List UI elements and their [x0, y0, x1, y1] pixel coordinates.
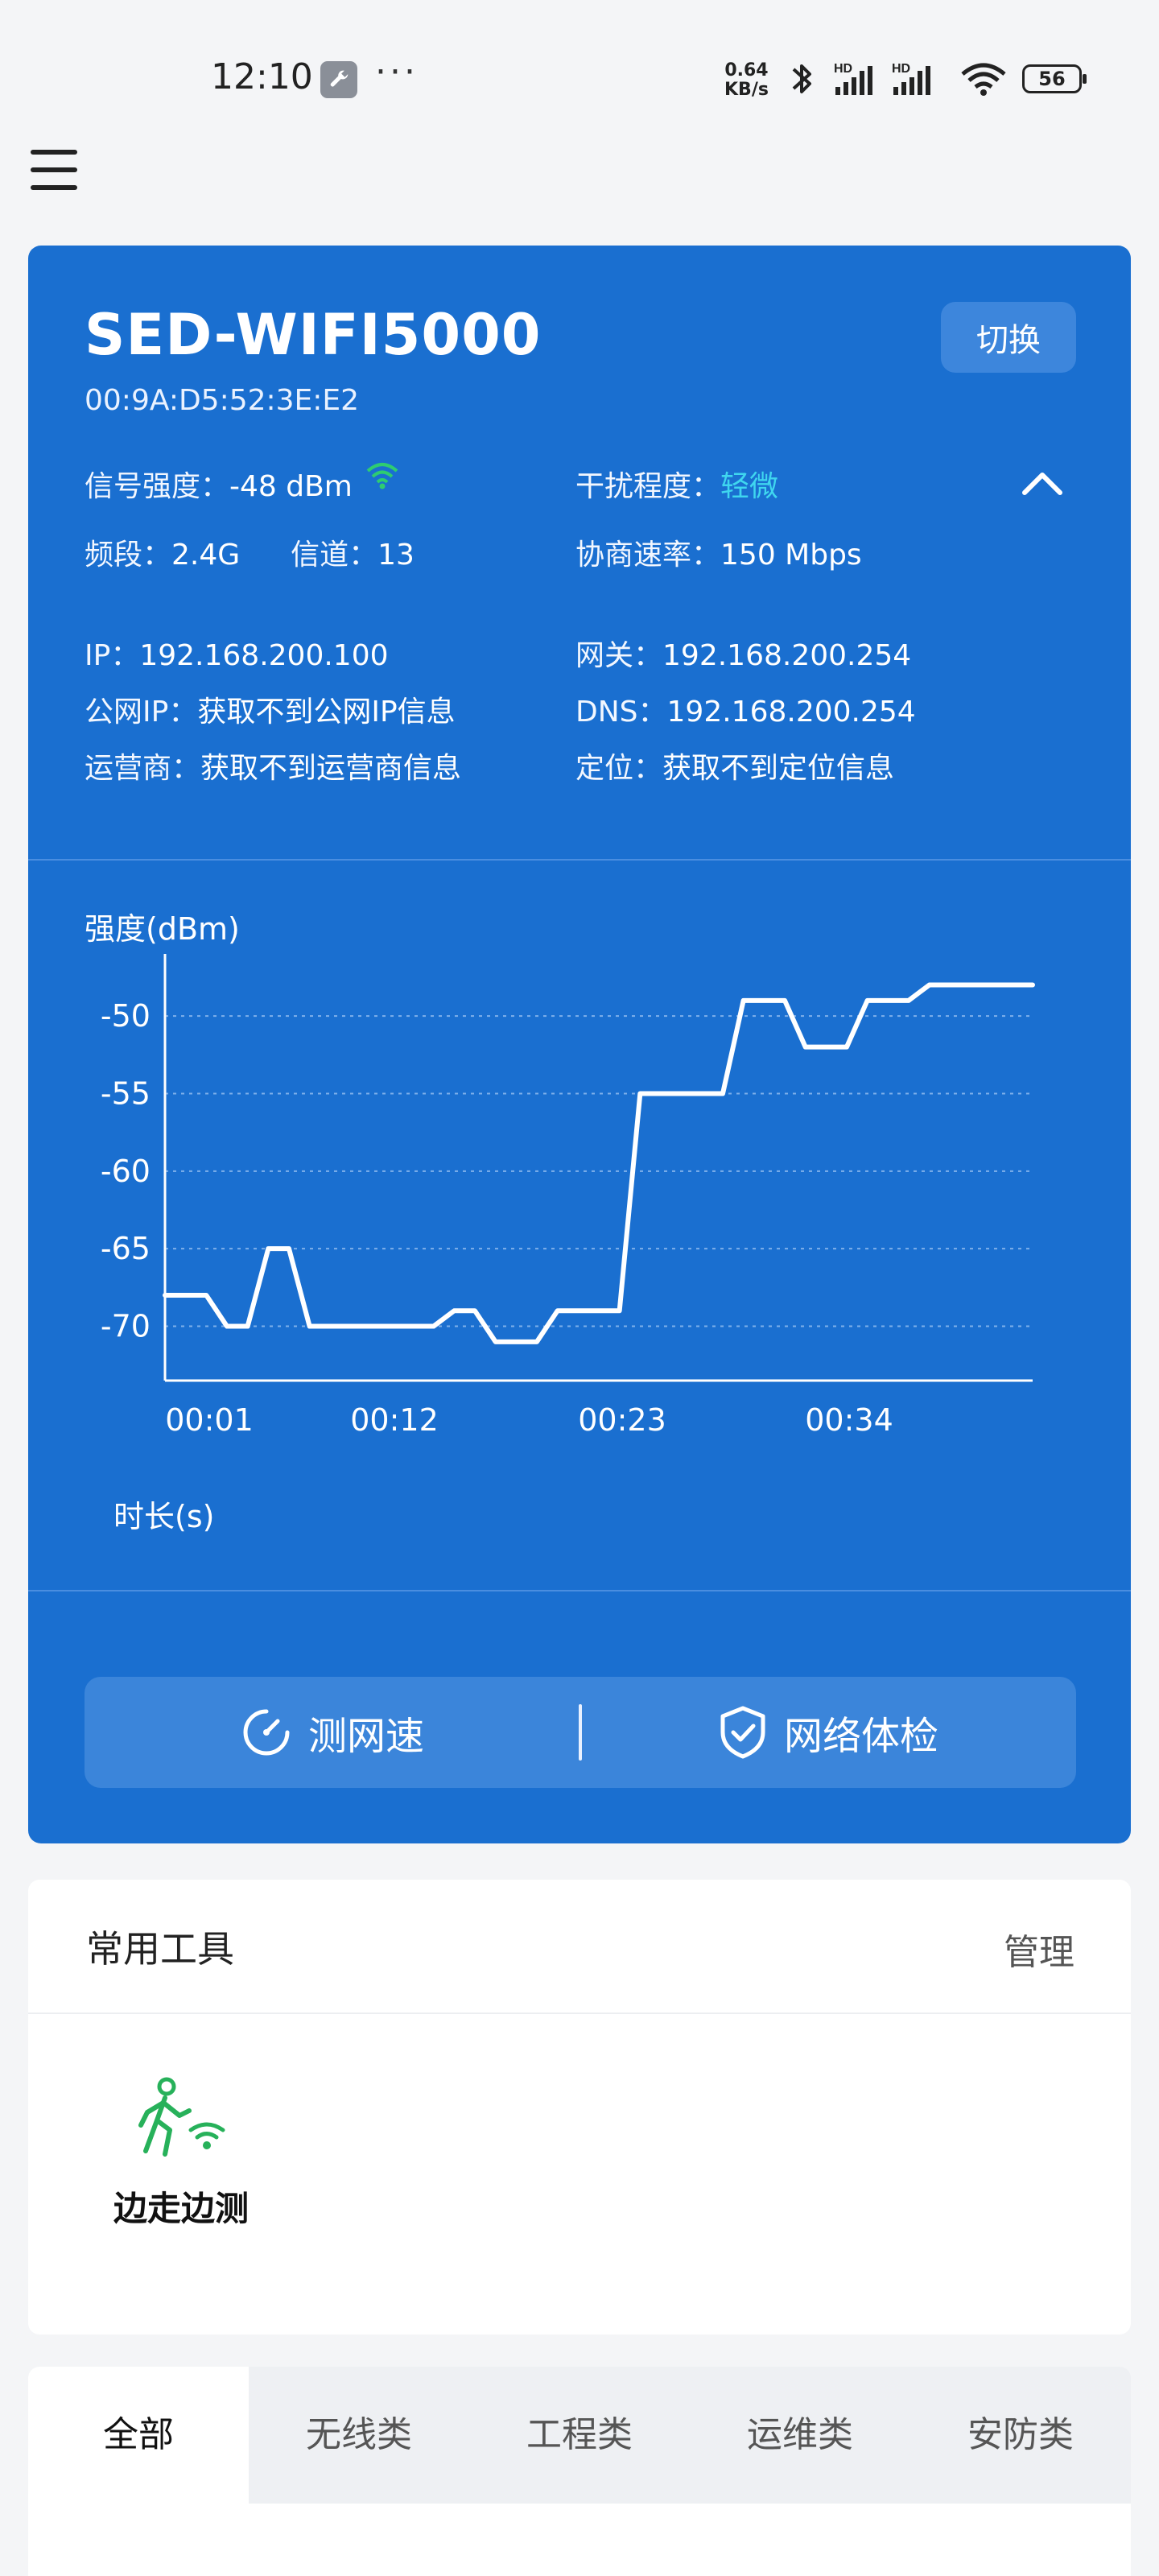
rate-label: 协商速率： [575, 539, 721, 572]
isp: 运营商：获取不到运营商信息 [85, 745, 461, 786]
health-check-button[interactable]: 网络体检 [580, 1677, 1076, 1788]
speed-test-label: 测网速 [307, 1714, 424, 1759]
svg-text:HD: HD [834, 62, 852, 76]
x-tick-label: 00:01 [165, 1402, 254, 1438]
dns: DNS：192.168.200.254 [575, 688, 916, 730]
dns-value: 192.168.200.254 [666, 696, 916, 729]
wifi-ssid: SED-WIFI5000 [85, 302, 542, 368]
y-tick-label: -50 [101, 998, 151, 1034]
channel-label: 信道： [291, 539, 378, 572]
ip-value: 192.168.200.100 [139, 639, 389, 672]
isp-label: 运营商： [85, 752, 201, 785]
signal-value: -48 dBm [229, 470, 353, 503]
ip-label: IP： [85, 639, 140, 672]
tab-wireless[interactable]: 无线类 [249, 2367, 469, 2504]
wifi-mac: 00:9A:D5:52:3E:E2 [85, 384, 360, 417]
more-dots-icon: ··· [375, 52, 419, 93]
ip-address: IP：192.168.200.100 [85, 632, 389, 674]
wifi-icon [961, 63, 1006, 96]
bluetooth-icon [792, 64, 811, 93]
hd-signal-icon: HD [834, 62, 872, 95]
speed-test-button[interactable]: 测网速 [85, 1677, 580, 1788]
signal-strength: 信号强度：-48 dBm [85, 463, 398, 505]
interference-level: 干扰程度：轻微 [575, 463, 778, 505]
tab-security[interactable]: 安防类 [910, 2367, 1131, 2504]
wifi-info-card: SED-WIFI5000 00:9A:D5:52:3E:E2 切换 信号强度：-… [28, 246, 1131, 1843]
tools-title: 常用工具 [86, 1927, 234, 1971]
gateway: 网关：192.168.200.254 [575, 632, 911, 674]
tab-operations[interactable]: 运维类 [690, 2367, 910, 2504]
net-speed-unit: KB/s [724, 80, 769, 100]
band-label: 频段： [85, 539, 172, 572]
tab-all[interactable]: 全部 [28, 2367, 249, 2504]
tool-label: 边走边测 [113, 2189, 249, 2228]
status-icons: HD HD [792, 62, 1006, 96]
y-tick-label: -60 [101, 1154, 151, 1189]
chart-ylabel: 强度(dBm) [85, 911, 240, 947]
band-channel: 频段：2.4G 信道：13 [85, 531, 415, 573]
hd-signal-icon: HD [892, 62, 930, 95]
interference-label: 干扰程度： [575, 470, 721, 503]
tool-category-tabs: 全部 无线类 工程类 运维类 安防类 [28, 2367, 1131, 2576]
rate-value: 150 Mbps [720, 539, 862, 572]
y-tick-label: -55 [101, 1075, 151, 1111]
tool-walk-test[interactable]: 边走边测 [109, 2077, 254, 2231]
switch-network-button[interactable]: 切换 [941, 302, 1076, 373]
manage-tools-link[interactable]: 管理 [1004, 1923, 1074, 1975]
public-ip-value: 获取不到公网IP信息 [197, 696, 456, 729]
location: 定位：获取不到定位信息 [575, 745, 894, 786]
speedometer-icon [243, 1709, 290, 1756]
net-speed-value: 0.64 [724, 60, 769, 80]
status-time: 12:10 [211, 56, 313, 97]
walking-wifi-icon [138, 2077, 225, 2157]
x-tick-label: 00:23 [578, 1402, 666, 1438]
signal-strength-chart: -50 -55 -60 -65 -70 00:01 00:12 00:23 00:34 [101, 954, 1035, 1438]
menu-icon[interactable] [31, 150, 77, 192]
channel-value: 13 [377, 539, 415, 572]
location-label: 定位： [575, 752, 663, 785]
chevron-up-icon[interactable] [1018, 467, 1066, 499]
divider [28, 1590, 1131, 1591]
interference-value: 轻微 [720, 470, 779, 503]
wifi-signal-icon [367, 463, 398, 489]
band-value: 2.4G [171, 539, 241, 572]
shield-check-icon [720, 1706, 765, 1759]
svg-text:HD: HD [892, 62, 910, 76]
net-speed: 0.64 KB/s [724, 61, 769, 100]
status-bar: 12:10 ··· 0.64 KB/s HD HD 56 [0, 0, 1159, 121]
chart-xlabel: 时长(s) [113, 1499, 215, 1534]
divider [28, 859, 1131, 861]
common-tools-card: 常用工具 管理 边走边测 [28, 1880, 1131, 2334]
public-ip: 公网IP：获取不到公网IP信息 [85, 688, 456, 730]
battery-indicator: 56 [1022, 64, 1087, 93]
signal-label: 信号强度： [85, 470, 230, 503]
isp-value: 获取不到运营商信息 [200, 752, 462, 785]
public-ip-label: 公网IP： [85, 696, 198, 729]
dns-label: DNS： [575, 696, 667, 729]
action-bar: 测网速 网络体检 [85, 1677, 1076, 1788]
health-check-label: 网络体检 [783, 1714, 938, 1759]
x-tick-label: 00:34 [805, 1402, 893, 1438]
divider [28, 2013, 1131, 2014]
x-tick-label: 00:12 [350, 1402, 439, 1438]
location-value: 获取不到定位信息 [662, 752, 895, 785]
gateway-label: 网关： [575, 639, 663, 672]
wrench-icon [320, 61, 357, 98]
y-tick-label: -70 [101, 1309, 151, 1344]
signal-series-line [163, 982, 1035, 1344]
tab-engineering[interactable]: 工程类 [469, 2367, 690, 2504]
negotiated-rate: 协商速率：150 Mbps [575, 531, 862, 573]
gateway-value: 192.168.200.254 [662, 639, 912, 672]
tabs-content [28, 2504, 1131, 2576]
y-tick-label: -65 [101, 1231, 151, 1266]
